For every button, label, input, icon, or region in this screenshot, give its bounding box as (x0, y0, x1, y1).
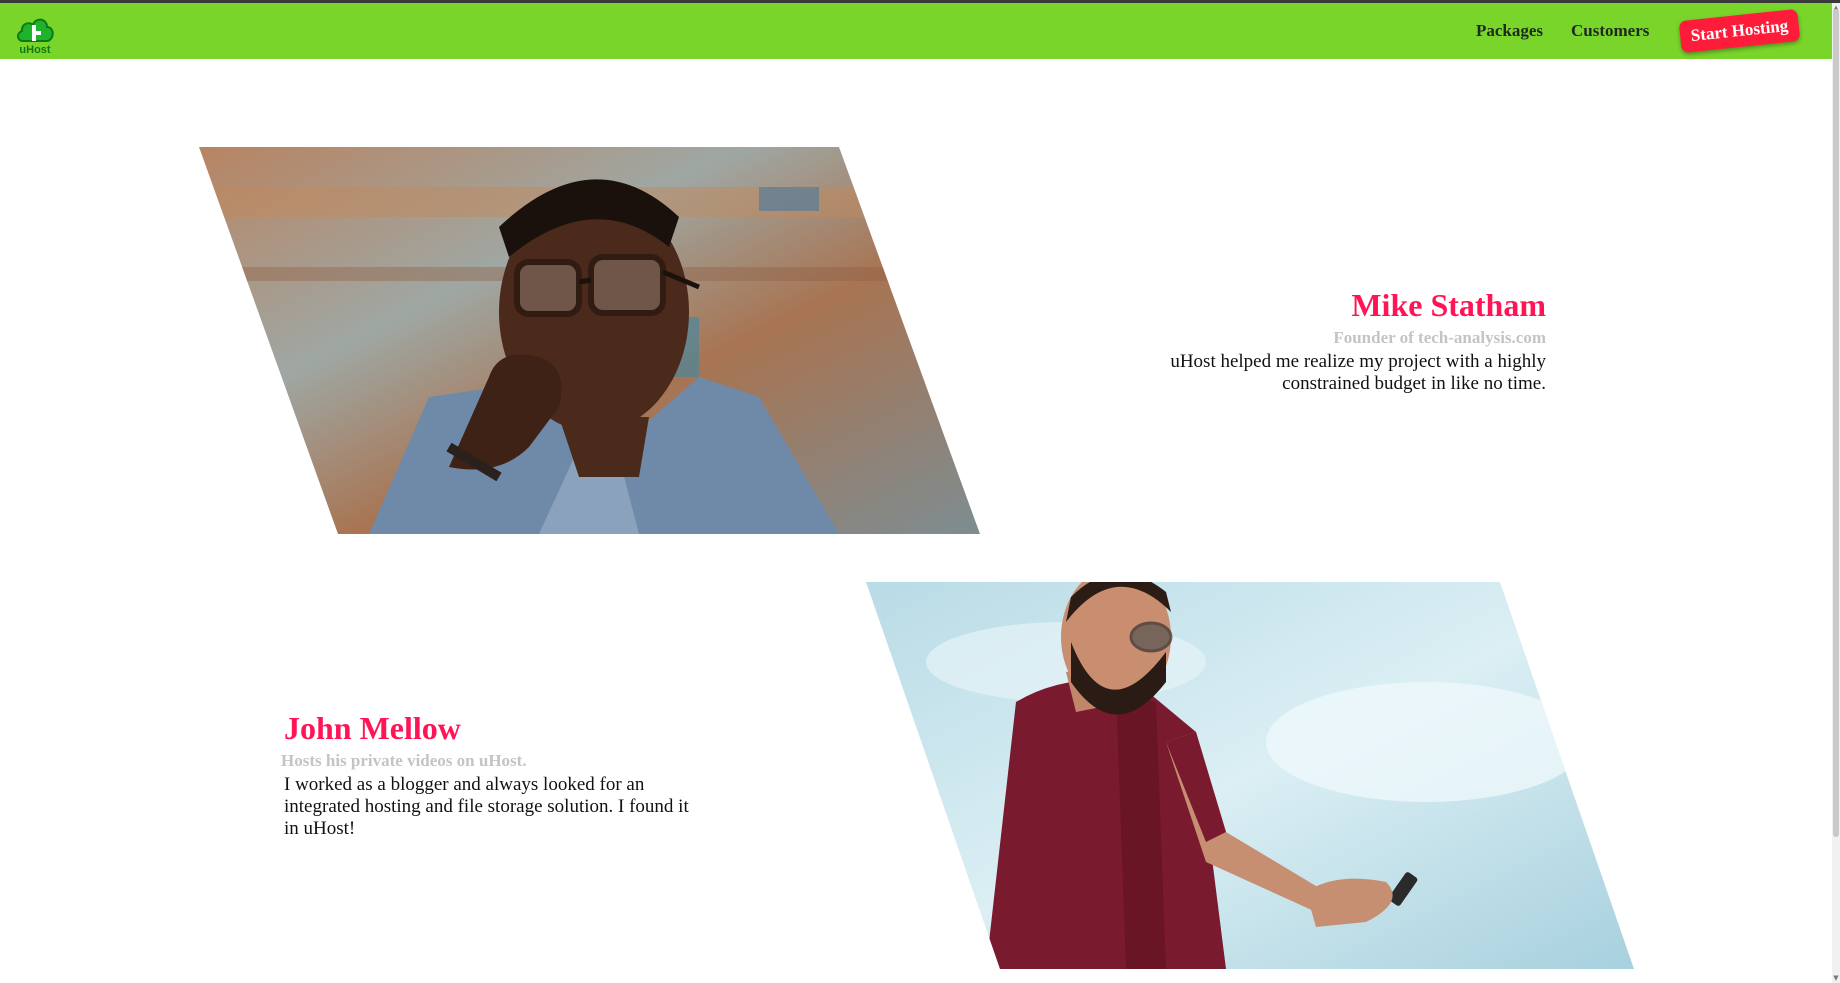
nav-link-packages[interactable]: Packages (1476, 3, 1543, 59)
page: uHost Packages Customers Start Hosting M… (0, 0, 1840, 983)
svg-text:uHost: uHost (19, 44, 51, 55)
testimonial-role: Founder of tech-analysis.com (1333, 328, 1546, 347)
cloud-logo-icon: uHost (17, 18, 54, 56)
man-with-phone-photo-icon (866, 582, 1634, 969)
nav-link-customers[interactable]: Customers (1571, 3, 1649, 59)
man-with-glasses-photo-icon (199, 147, 980, 534)
start-hosting-button[interactable]: Start Hosting (1678, 8, 1801, 54)
testimonial-quote: uHost helped me realize my project with … (1170, 351, 1546, 394)
testimonial-mike: Mike Statham Founder of tech-analysis.co… (1150, 287, 1546, 395)
main-header: uHost Packages Customers Start Hosting (0, 3, 1832, 59)
testimonial-role: Hosts his private videos on uHost. (281, 751, 527, 770)
brand-logo[interactable]: uHost (14, 11, 56, 56)
testimonial-name: Mike Statham (1351, 287, 1546, 323)
testimonial-name: John Mellow (284, 710, 461, 746)
testimonial-photo-john (866, 582, 1634, 969)
testimonial-john: John Mellow Hosts his private videos on … (281, 710, 704, 840)
testimonial-photo-mike (199, 147, 980, 534)
page-scrollbar[interactable]: ▲ ▼ (1832, 3, 1840, 983)
scroll-down-icon[interactable]: ▼ (1833, 975, 1839, 982)
scrollbar-thumb[interactable] (1833, 9, 1839, 837)
testimonial-quote: I worked as a blogger and always looked … (284, 774, 689, 839)
